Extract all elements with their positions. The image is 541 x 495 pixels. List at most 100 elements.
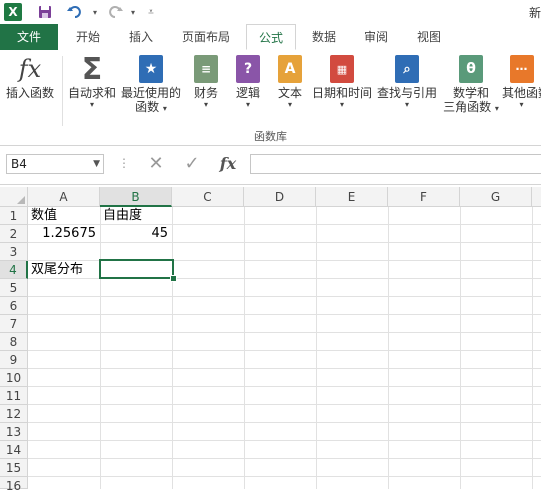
- recently-used-label-2: 函数: [135, 100, 160, 114]
- cell-b1[interactable]: 自由度: [100, 207, 172, 225]
- row-header[interactable]: 3: [0, 243, 28, 261]
- chevron-down-icon[interactable]: ▼: [93, 155, 100, 173]
- name-box[interactable]: B4 ▼: [6, 154, 104, 174]
- chevron-down-icon: ▾: [339, 100, 344, 109]
- gridline: [532, 207, 533, 489]
- row-header[interactable]: 8: [0, 333, 28, 351]
- ribbon-separator: [62, 56, 63, 126]
- gridline: [388, 207, 389, 489]
- gridline: [460, 207, 461, 489]
- chevron-down-icon: ▾: [494, 104, 499, 113]
- formula-bar-grip-icon[interactable]: ⋮: [118, 156, 130, 170]
- chevron-down-icon: ▾: [287, 100, 292, 109]
- autosum-button[interactable]: Σ 自动求和 ▾: [66, 52, 118, 110]
- recently-used-button[interactable]: ★ 最近使用的 函数 ▾: [120, 54, 182, 114]
- row-header[interactable]: 14: [0, 441, 28, 459]
- undo-icon[interactable]: [66, 3, 84, 21]
- text-book-icon: A: [278, 55, 302, 83]
- math-trig-label-1: 数学和: [452, 86, 489, 100]
- gridline: [28, 296, 541, 297]
- gridline: [28, 368, 541, 369]
- star-icon: ★: [139, 55, 163, 83]
- enter-check-icon[interactable]: ✓: [178, 154, 206, 174]
- row-header[interactable]: 9: [0, 351, 28, 369]
- ribbon-tab-bar: 文件 开始 插入 页面布局 公式 数据 审阅 视图: [0, 24, 541, 51]
- logical-button[interactable]: ? 逻辑 ▾: [228, 54, 268, 110]
- row-header[interactable]: 10: [0, 369, 28, 387]
- more-functions-label: 其他函数: [502, 86, 541, 100]
- date-time-label: 日期和时间: [311, 86, 372, 100]
- row-header[interactable]: 16: [0, 477, 28, 493]
- more-functions-button[interactable]: ⋯ 其他函数 ▾: [502, 54, 541, 110]
- column-header-b[interactable]: B: [100, 187, 172, 207]
- math-trig-label-2: 三角函数: [443, 100, 492, 114]
- gridline: [28, 332, 541, 333]
- column-header-h-partial[interactable]: [532, 187, 541, 207]
- gridline: [244, 207, 245, 489]
- gridline: [316, 207, 317, 489]
- column-header-d[interactable]: D: [244, 187, 316, 207]
- row-header[interactable]: 7: [0, 315, 28, 333]
- undo-dropdown-icon[interactable]: ▾: [86, 3, 104, 21]
- row-header[interactable]: 6: [0, 297, 28, 315]
- row-header[interactable]: 2: [0, 225, 28, 243]
- column-header-e[interactable]: E: [316, 187, 388, 207]
- cancel-icon[interactable]: ✕: [142, 154, 170, 174]
- worksheet-grid[interactable]: A B C D E F G 1 2 3 4 5 6 7 8 9 10 11 12…: [0, 187, 541, 493]
- gridline: [28, 314, 541, 315]
- tab-file[interactable]: 文件: [0, 24, 58, 50]
- window-title: 新: [528, 6, 541, 20]
- lookup-reference-button[interactable]: ⌕ 查找与引用 ▾: [376, 54, 438, 110]
- row-header[interactable]: 13: [0, 423, 28, 441]
- cell-a2[interactable]: 1.25675: [28, 225, 100, 243]
- tab-insert[interactable]: 插入: [116, 24, 166, 50]
- calendar-icon: ▦: [330, 55, 354, 83]
- formula-bar: B4 ▼ ⋮ ✕ ✓ fx: [0, 146, 541, 185]
- column-header-g[interactable]: G: [460, 187, 532, 207]
- save-icon[interactable]: [36, 3, 54, 21]
- chevron-down-icon: ▾: [245, 100, 250, 109]
- excel-logo-icon: X: [4, 3, 22, 21]
- insert-function-fx-icon[interactable]: fx: [214, 154, 242, 174]
- logical-label: 逻辑: [235, 86, 260, 100]
- row-header[interactable]: 15: [0, 459, 28, 477]
- tab-review[interactable]: 审阅: [352, 24, 400, 50]
- row-header[interactable]: 5: [0, 279, 28, 297]
- row-header[interactable]: 1: [0, 207, 28, 225]
- chevron-down-icon: ▾: [203, 100, 208, 109]
- gridline: [28, 422, 541, 423]
- redo-dropdown-icon[interactable]: ▾: [124, 3, 142, 21]
- tab-view[interactable]: 视图: [404, 24, 454, 50]
- financial-button[interactable]: ≡ 财务 ▾: [186, 54, 226, 110]
- row-header[interactable]: 12: [0, 405, 28, 423]
- cell-b2[interactable]: 45: [100, 225, 172, 243]
- column-header-c[interactable]: C: [172, 187, 244, 207]
- chevron-down-icon: ▾: [89, 100, 94, 109]
- row-header-selected[interactable]: 4: [0, 261, 28, 279]
- tab-page-layout[interactable]: 页面布局: [170, 24, 242, 50]
- gridline: [28, 458, 541, 459]
- customize-qat-icon[interactable]: ⩡: [142, 3, 160, 21]
- column-header-f[interactable]: F: [388, 187, 460, 207]
- tab-formulas[interactable]: 公式: [246, 24, 296, 50]
- redo-icon[interactable]: [106, 3, 124, 21]
- select-all-corner[interactable]: [0, 187, 28, 207]
- autosum-label: 自动求和: [67, 86, 116, 100]
- math-trig-button[interactable]: θ 数学和 三角函数 ▾: [440, 54, 502, 114]
- cell-a1[interactable]: 数值: [28, 207, 100, 225]
- ribbon-function-library: fx 插入函数 Σ 自动求和 ▾ ★ 最近使用的 函数 ▾ ≡ 财务 ▾ ? 逻…: [0, 50, 541, 146]
- cell-a4[interactable]: 双尾分布: [28, 261, 100, 279]
- tab-data[interactable]: 数据: [300, 24, 348, 50]
- tab-home[interactable]: 开始: [62, 24, 114, 50]
- selected-cell-b4[interactable]: [99, 259, 174, 279]
- fill-handle[interactable]: [170, 275, 177, 282]
- column-header-a[interactable]: A: [28, 187, 100, 207]
- row-header[interactable]: 11: [0, 387, 28, 405]
- formula-input[interactable]: [250, 154, 541, 174]
- insert-function-button[interactable]: fx 插入函数: [2, 54, 58, 100]
- date-time-button[interactable]: ▦ 日期和时间 ▾: [310, 54, 374, 110]
- chevron-down-icon: ▾: [162, 104, 167, 113]
- chevron-down-icon: ▾: [519, 100, 524, 109]
- recently-used-label-1: 最近使用的: [120, 86, 181, 100]
- text-button[interactable]: A 文本 ▾: [270, 54, 310, 110]
